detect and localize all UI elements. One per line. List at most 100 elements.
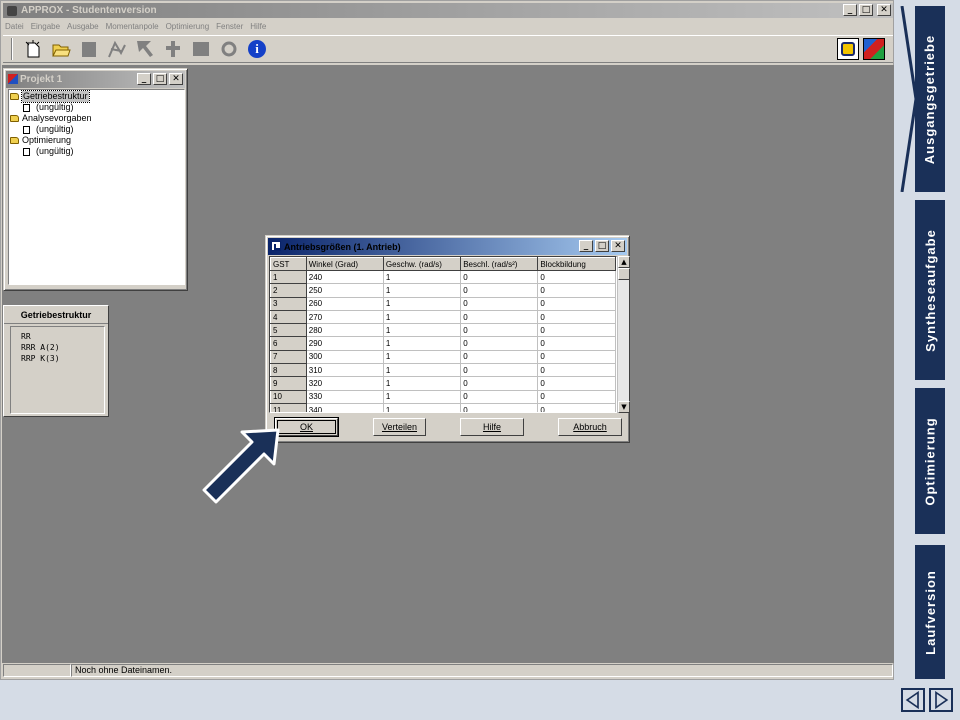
table-cell[interactable]: 340 [306, 403, 384, 412]
dialog-close-button[interactable]: ✕ [611, 240, 625, 252]
table-cell[interactable]: 1 [383, 390, 462, 404]
table-cell[interactable]: 1 [383, 376, 462, 391]
drive-parameters-grid[interactable]: GST Winkel (Grad) Geschw. (rad/s) Beschl… [269, 256, 617, 413]
table-cell[interactable]: 0 [460, 350, 539, 365]
side-tab-optimierung[interactable]: Optimierung [915, 388, 945, 534]
side-tab-ausgangsgetriebe[interactable]: Ausgangsgetriebe [915, 6, 945, 192]
table-cell[interactable]: 0 [460, 390, 539, 404]
row-header[interactable]: 8 [270, 363, 307, 378]
table-cell[interactable]: 0 [460, 270, 539, 285]
table-cell[interactable]: 0 [537, 310, 616, 325]
table-cell[interactable]: 280 [306, 323, 384, 338]
side-tab-laufversion[interactable]: Laufversion [915, 545, 945, 679]
table-cell[interactable]: 0 [537, 336, 616, 351]
table-row[interactable]: 4 270 1 0 0 [270, 309, 616, 325]
dialog-maximize-button[interactable]: □ [595, 240, 609, 252]
row-header[interactable]: 10 [270, 389, 307, 404]
table-cell[interactable]: 240 [306, 270, 384, 285]
table-cell[interactable]: 0 [537, 363, 616, 378]
row-header[interactable]: 9 [270, 376, 307, 391]
table-cell[interactable]: 1 [383, 297, 462, 311]
cancel-button[interactable]: Abbruch [558, 418, 622, 436]
row-header[interactable]: 1 [270, 269, 307, 285]
tree-item-optimierung-child[interactable]: (ungültig) [9, 146, 184, 157]
table-cell[interactable]: 1 [383, 350, 462, 365]
maximize-button[interactable]: □ [859, 4, 873, 16]
menu-optimierung[interactable]: Optimierung [166, 22, 210, 31]
row-header[interactable]: 5 [270, 323, 307, 338]
menu-fenster[interactable]: Fenster [216, 22, 243, 31]
project-maximize-button[interactable]: □ [153, 73, 167, 85]
menu-eingabe[interactable]: Eingabe [31, 22, 60, 31]
next-arrow-icon[interactable] [929, 688, 953, 712]
robot-icon[interactable] [161, 37, 185, 61]
table-row[interactable]: 11 340 1 0 0 [270, 402, 616, 412]
table-cell[interactable]: 250 [306, 283, 384, 298]
dialog-titlebar[interactable]: Antriebsgrößen (1. Antrieb) _ □ ✕ [268, 238, 627, 255]
table-cell[interactable]: 0 [460, 363, 539, 378]
table-row[interactable]: 2 250 1 0 0 [270, 283, 616, 298]
scroll-up-icon[interactable]: ▲ [618, 256, 630, 268]
project-minimize-button[interactable]: _ [137, 73, 151, 85]
table-cell[interactable]: 270 [306, 310, 384, 325]
table-cell[interactable]: 0 [537, 403, 616, 412]
column-header-blockbildung[interactable]: Blockbildung [537, 257, 616, 271]
table-cell[interactable]: 0 [537, 350, 616, 365]
dialog-minimize-button[interactable]: _ [579, 240, 593, 252]
side-tab-syntheseaufgabe[interactable]: Syntheseaufgabe [915, 200, 945, 380]
row-header[interactable]: 11 [270, 402, 307, 412]
help-button[interactable]: Hilfe [460, 418, 524, 436]
app-titlebar[interactable]: APPROX - Studentenversion _ □ ✕ [3, 3, 893, 18]
table-cell[interactable]: 310 [306, 363, 384, 378]
row-header[interactable]: 4 [270, 309, 307, 325]
row-header[interactable]: 3 [270, 296, 307, 311]
table-cell[interactable]: 260 [306, 297, 384, 311]
open-folder-icon[interactable] [49, 37, 73, 61]
table-cell[interactable]: 1 [383, 310, 462, 325]
tree-item-analysevorgaben[interactable]: Analysevorgaben [9, 113, 184, 124]
table-row[interactable]: 5 280 1 0 0 [270, 323, 616, 338]
table-cell[interactable]: 0 [460, 323, 539, 338]
row-header[interactable]: 2 [270, 283, 307, 298]
table-cell[interactable]: 0 [460, 336, 539, 351]
tree-item-optimierung[interactable]: Optimierung [9, 135, 184, 146]
table-cell[interactable]: 0 [537, 283, 616, 298]
table-cell[interactable]: 300 [306, 350, 384, 365]
table-row[interactable]: 6 290 1 0 0 [270, 336, 616, 351]
tree-item-getriebestruktur-child[interactable]: (ungültig) [9, 102, 184, 113]
table-cell[interactable]: 1 [383, 363, 462, 378]
table-cell[interactable]: 0 [537, 390, 616, 404]
menu-momentanpole[interactable]: Momentanpole [106, 22, 159, 31]
table-cell[interactable]: 1 [383, 403, 462, 412]
table-cell[interactable]: 0 [460, 283, 539, 298]
gear-icon[interactable] [217, 37, 241, 61]
table-cell[interactable]: 1 [383, 323, 462, 338]
table-cell[interactable]: 330 [306, 390, 384, 404]
table-cell[interactable]: 0 [537, 376, 616, 391]
tree-item-analysevorgaben-child[interactable]: (ungültig) [9, 124, 184, 135]
minimize-button[interactable]: _ [843, 4, 857, 16]
menu-datei[interactable]: Datei [5, 22, 24, 31]
previous-arrow-icon[interactable] [901, 688, 925, 712]
linkage-icon[interactable] [105, 37, 129, 61]
table-cell[interactable]: 0 [460, 297, 539, 311]
table-row[interactable]: 7 300 1 0 0 [270, 349, 616, 365]
menu-ausgabe[interactable]: Ausgabe [67, 22, 99, 31]
scroll-down-icon[interactable]: ▼ [618, 401, 630, 413]
table-cell[interactable]: 1 [383, 336, 462, 351]
table-cell[interactable]: 1 [383, 283, 462, 298]
info-icon[interactable]: i [245, 37, 269, 61]
column-header-beschl[interactable]: Beschl. (rad/s²) [460, 257, 539, 271]
table-cell[interactable]: 290 [306, 336, 384, 351]
table-row[interactable]: 9 320 1 0 0 [270, 376, 616, 391]
column-header-winkel[interactable]: Winkel (Grad) [305, 257, 384, 271]
table-row[interactable]: 1 240 1 0 0 [270, 269, 616, 285]
table-row[interactable]: 10 330 1 0 0 [270, 389, 616, 404]
table-cell[interactable]: 0 [460, 310, 539, 325]
new-file-icon[interactable] [21, 37, 45, 61]
table-cell[interactable]: 0 [537, 323, 616, 338]
scroll-thumb[interactable] [618, 268, 630, 280]
table-cell[interactable]: 0 [460, 376, 539, 391]
column-header-geschw[interactable]: Geschw. (rad/s) [382, 257, 462, 271]
project-close-button[interactable]: ✕ [169, 73, 183, 85]
